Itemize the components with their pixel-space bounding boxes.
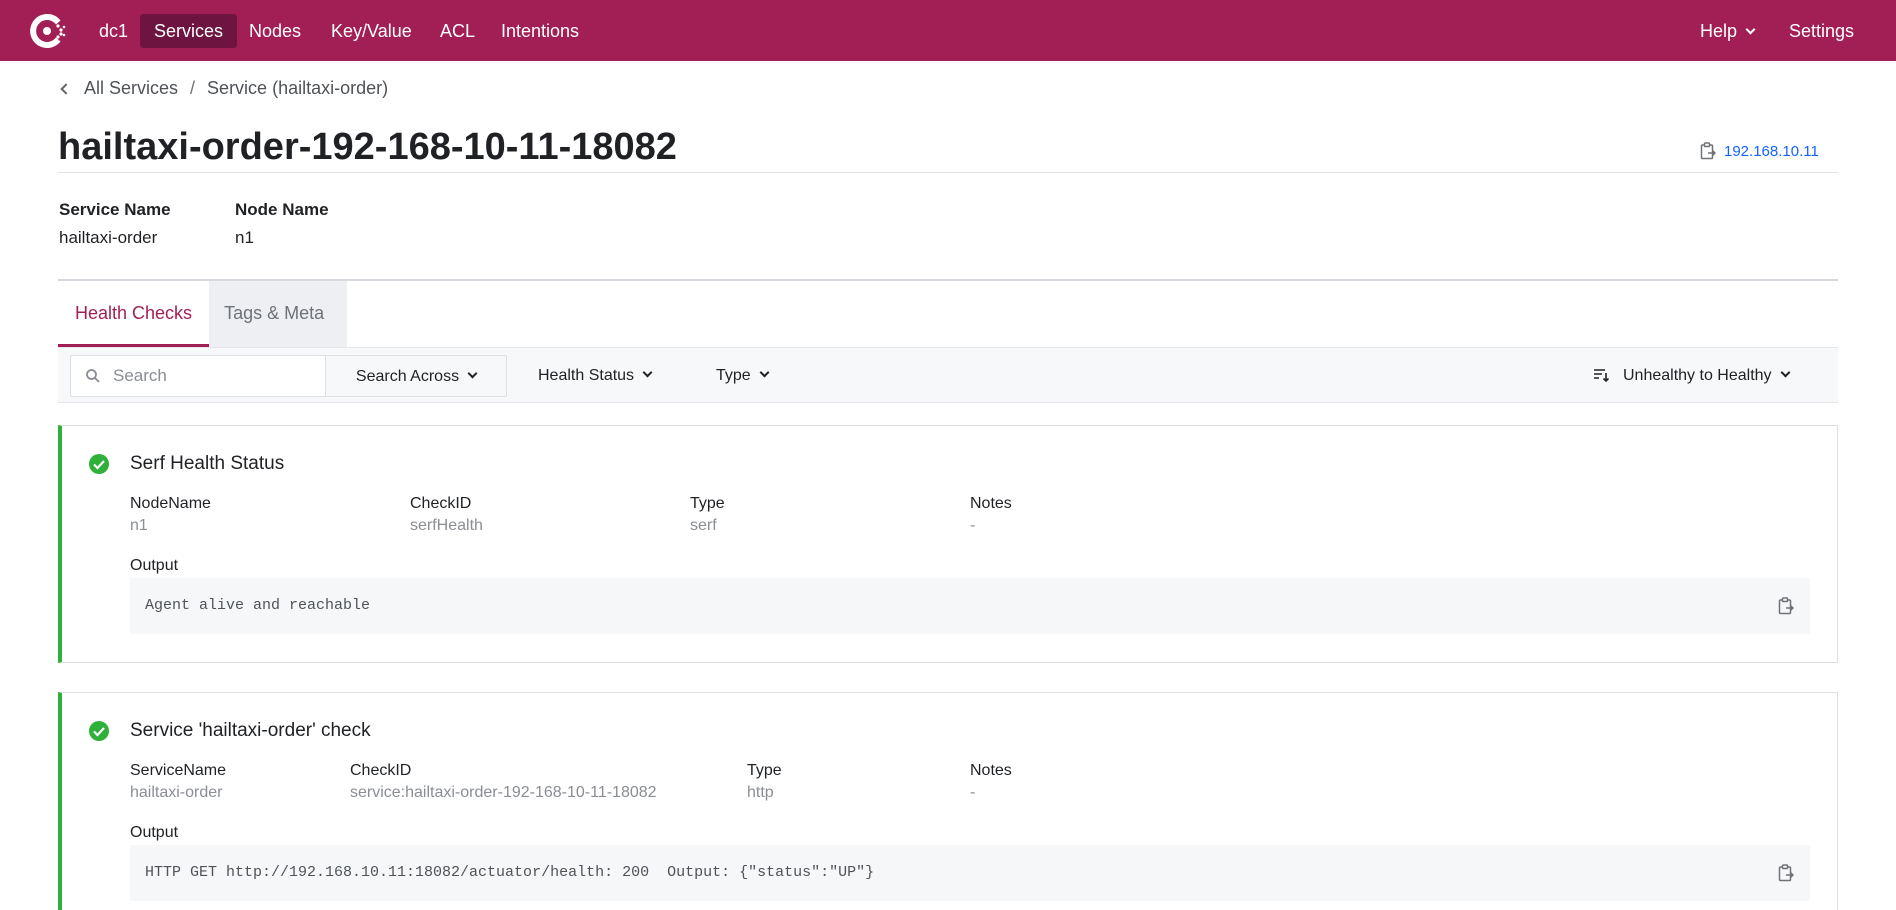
- filter-bar: Search Across Health Status Type Unhealt…: [58, 347, 1838, 403]
- field-label: Type: [690, 495, 725, 512]
- chevron-down-icon: [1780, 367, 1790, 378]
- node-name-label: Node Name: [235, 200, 329, 219]
- node-name-value[interactable]: n1: [235, 228, 329, 248]
- health-check-card: Serf Health Status NodeName n1 CheckID s…: [58, 425, 1838, 663]
- field-value: -: [970, 784, 976, 801]
- top-nav: dc1 Services Nodes Key/Value ACL Intenti…: [0, 0, 1896, 61]
- breadcrumb-all-services[interactable]: All Services: [84, 78, 178, 99]
- field-label: CheckID: [350, 762, 412, 779]
- field-label: Type: [747, 762, 782, 779]
- clipboard-icon: [1700, 142, 1716, 160]
- check-title: Service 'hailtaxi-order' check: [130, 720, 371, 741]
- health-status-dropdown[interactable]: Health Status: [538, 355, 653, 397]
- field-label: CheckID: [410, 495, 472, 512]
- output-text: Agent alive and reachable: [145, 597, 371, 614]
- output-label: Output: [130, 557, 179, 574]
- field-value: service:hailtaxi-order-192-168-10-11-180…: [350, 784, 657, 801]
- chevron-down-icon: [759, 367, 770, 378]
- check-circle-icon: [89, 721, 109, 741]
- output-label: Output: [130, 824, 179, 841]
- help-menu[interactable]: Help: [1700, 14, 1756, 48]
- copy-icon[interactable]: [1778, 864, 1794, 882]
- tab-tags-meta[interactable]: Tags & Meta: [209, 281, 348, 347]
- sort-dropdown[interactable]: Unhealthy to Healthy: [1593, 355, 1790, 397]
- breadcrumb: All Services / Service (hailtaxi-order): [60, 78, 389, 99]
- output-box: HTTP GET http://192.168.10.11:18082/actu…: [130, 845, 1810, 901]
- check-field: Notes -: [970, 495, 1012, 535]
- node-name-block: Node Name n1: [235, 200, 329, 248]
- check-field: CheckID service:hailtaxi-order-192-168-1…: [350, 762, 657, 802]
- service-name-value: hailtaxi-order: [59, 228, 158, 247]
- service-name-label: Service Name: [59, 200, 171, 219]
- check-field: CheckID serfHealth: [410, 495, 483, 535]
- field-value: serfHealth: [410, 517, 483, 534]
- field-value: -: [970, 517, 976, 534]
- sort-label: Unhealthy to Healthy: [1623, 367, 1772, 384]
- search-across-label: Search Across: [355, 368, 460, 385]
- tab-bar: Health Checks Tags & Meta: [58, 281, 348, 347]
- field-label: NodeName: [130, 495, 211, 512]
- help-label: Help: [1700, 21, 1738, 41]
- nav-item-services[interactable]: Services: [140, 14, 238, 48]
- field-label: ServiceName: [130, 762, 227, 779]
- field-value: http: [747, 784, 774, 801]
- check-field: NodeName n1: [130, 495, 211, 535]
- field-label: Notes: [970, 762, 1012, 779]
- chevron-down-icon: [1745, 24, 1756, 35]
- nav-item-nodes[interactable]: Nodes: [235, 14, 315, 48]
- search-across-dropdown[interactable]: Search Across: [325, 355, 507, 397]
- settings-link[interactable]: Settings: [1789, 14, 1854, 48]
- health-status-label: Health Status: [538, 367, 635, 384]
- field-label: Notes: [970, 495, 1012, 512]
- divider: [58, 172, 1838, 173]
- search-input[interactable]: [113, 356, 313, 396]
- datacenter-selector[interactable]: dc1: [85, 14, 142, 48]
- field-value: n1: [130, 517, 148, 534]
- output-text: HTTP GET http://192.168.10.11:18082/actu…: [145, 864, 875, 881]
- chevron-down-icon: [642, 367, 653, 378]
- address-text: 192.168.10.11: [1724, 142, 1819, 160]
- check-field: Notes -: [970, 762, 1012, 802]
- chevron-left-icon: [60, 82, 72, 95]
- check-field: Type http: [747, 762, 782, 802]
- copy-icon[interactable]: [1778, 597, 1794, 615]
- output-box: Agent alive and reachable: [130, 578, 1810, 634]
- service-name-block: Service Name hailtaxi-order: [59, 200, 171, 248]
- nav-item-acl[interactable]: ACL: [426, 14, 489, 48]
- search-box: [70, 355, 326, 397]
- sort-icon: [1594, 368, 1609, 382]
- check-title: Serf Health Status: [130, 453, 285, 474]
- page-title: hailtaxi-order-192-168-10-11-18082: [58, 126, 677, 168]
- breadcrumb-separator: /: [190, 78, 196, 98]
- check-circle-icon: [89, 454, 109, 474]
- check-field: Type serf: [690, 495, 725, 535]
- field-value: hailtaxi-order: [130, 784, 223, 801]
- nav-item-key-value[interactable]: Key/Value: [317, 14, 426, 48]
- type-dropdown[interactable]: Type: [716, 355, 770, 397]
- copy-address-button[interactable]: 192.168.10.11: [1700, 142, 1819, 160]
- type-label: Type: [716, 367, 751, 384]
- consul-logo-icon[interactable]: [26, 10, 68, 52]
- search-icon: [86, 369, 100, 383]
- breadcrumb-current: Service (hailtaxi-order): [207, 78, 389, 98]
- field-value: serf: [690, 517, 717, 534]
- tab-health-checks[interactable]: Health Checks: [58, 281, 210, 347]
- check-field: ServiceName hailtaxi-order: [130, 762, 226, 802]
- health-check-card: Service 'hailtaxi-order' check ServiceNa…: [58, 692, 1838, 910]
- nav-item-intentions[interactable]: Intentions: [487, 14, 593, 48]
- chevron-down-icon: [467, 368, 478, 379]
